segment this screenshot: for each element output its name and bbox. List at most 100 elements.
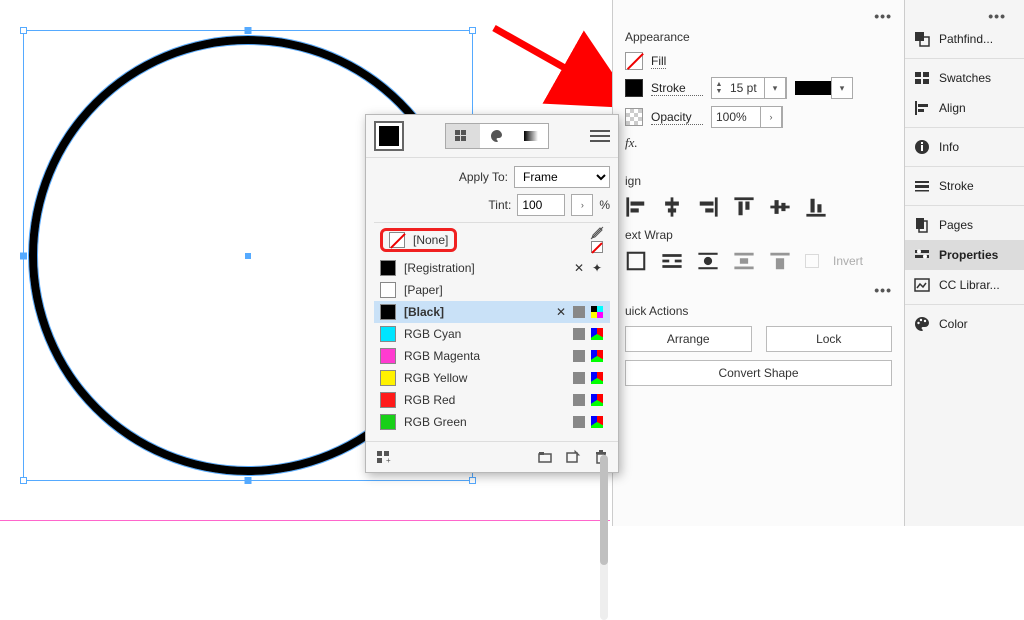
wrap-none-icon[interactable]	[625, 250, 647, 272]
swatch-row[interactable]: [Paper]	[374, 279, 610, 301]
sidebar-item-properties[interactable]: Properties	[905, 240, 1024, 270]
wrap-shape-icon[interactable]	[697, 250, 719, 272]
apply-to-select[interactable]: Frame	[514, 166, 610, 188]
sidebar-item-label: Pathfind...	[939, 32, 993, 46]
fx-button[interactable]: fx.	[625, 135, 638, 151]
tint-input[interactable]	[517, 194, 565, 216]
sidebar-item-label: Color	[939, 317, 968, 331]
swatch-name: [Paper]	[404, 283, 443, 297]
wrap-bounding-icon[interactable]	[661, 250, 683, 272]
stroke-preview-icon	[795, 81, 831, 95]
panel-menu-icon[interactable]: •••	[625, 282, 892, 298]
sidebar-item-swatches[interactable]: Swatches	[905, 63, 1024, 93]
sidebar-item-pathfinder[interactable]: Pathfind...	[905, 24, 1024, 54]
fill-swatch-none-icon[interactable]	[625, 52, 643, 70]
quick-actions-title: uick Actions	[625, 304, 892, 318]
swatch-scrollbar[interactable]	[600, 455, 608, 620]
apply-to-label: Apply To:	[459, 170, 508, 184]
new-group-icon[interactable]	[536, 448, 554, 466]
process-icon	[572, 371, 586, 385]
new-swatch-icon[interactable]	[564, 448, 582, 466]
rgb-icon	[590, 349, 604, 363]
wrap-column-icon[interactable]	[769, 250, 791, 272]
convert-shape-button[interactable]: Convert Shape	[625, 360, 892, 386]
libraries-icon	[913, 276, 931, 294]
resize-handle-t[interactable]	[245, 27, 252, 34]
align-right-icon[interactable]	[697, 196, 719, 218]
resize-handle-br[interactable]	[469, 477, 476, 484]
swatch-gradient-tab[interactable]	[514, 124, 548, 148]
swatch-name: RGB Green	[404, 415, 467, 429]
resize-handle-bl[interactable]	[20, 477, 27, 484]
swatch-list: [None] [Registration] ✕✦ [Paper] [Black]…	[374, 222, 610, 433]
chevron-down-icon[interactable]: ▾	[831, 77, 853, 99]
panel-menu-icon[interactable]: •••	[905, 8, 1024, 24]
process-icon	[572, 305, 586, 319]
stroke-weight-value[interactable]: 15 pt	[726, 81, 764, 95]
stroke-icon	[913, 177, 931, 195]
resize-handle-b[interactable]	[245, 477, 252, 484]
invert-checkbox[interactable]	[805, 254, 819, 268]
align-top-icon[interactable]	[733, 196, 755, 218]
swatch-row[interactable]: RGB Cyan	[374, 323, 610, 345]
sidebar-item-cclibraries[interactable]: CC Librar...	[905, 270, 1024, 300]
swatch-row-selected[interactable]: [Black] ✕	[374, 301, 610, 323]
swatch-options-icon[interactable]: +	[374, 448, 392, 466]
opacity-value[interactable]: 100%	[712, 110, 760, 124]
panel-menu-icon[interactable]: •••	[625, 8, 892, 24]
sidebar-item-label: Swatches	[939, 71, 991, 85]
swatch-name: RGB Red	[404, 393, 455, 407]
none-icon	[590, 240, 604, 254]
swatch-row-none-highlighted[interactable]: [None]	[380, 228, 457, 252]
stepper-arrows-icon[interactable]: ▲▼	[712, 81, 726, 95]
resize-handle-l[interactable]	[20, 252, 27, 259]
tint-expand-icon[interactable]: ›	[571, 194, 593, 216]
arrange-button[interactable]: Arrange	[625, 326, 752, 352]
resize-handle-tl[interactable]	[20, 27, 27, 34]
sidebar-item-color[interactable]: Color	[905, 309, 1024, 339]
swatch-grid-tab[interactable]	[446, 124, 480, 148]
fill-link[interactable]: Fill	[651, 54, 666, 69]
align-left-icon[interactable]	[625, 196, 647, 218]
lock-button[interactable]: Lock	[766, 326, 893, 352]
swatch-color-tab[interactable]	[480, 124, 514, 148]
sidebar-item-info[interactable]: Info	[905, 132, 1024, 162]
popup-menu-icon[interactable]	[590, 126, 610, 146]
textwrap-title: ext Wrap	[625, 228, 892, 242]
align-center-v-icon[interactable]	[769, 196, 791, 218]
stroke-swatch-icon[interactable]	[625, 79, 643, 97]
sidebar-item-pages[interactable]: Pages	[905, 210, 1024, 240]
tint-suffix: %	[599, 198, 610, 212]
scrollbar-thumb[interactable]	[600, 455, 608, 565]
chevron-down-icon[interactable]: ▾	[764, 77, 786, 99]
swatch-row[interactable]: RGB Yellow	[374, 367, 610, 389]
stroke-style-dropdown[interactable]: ▾	[795, 77, 853, 99]
sidebar-item-align[interactable]: Align	[905, 93, 1024, 123]
swatch-name: [None]	[413, 233, 448, 247]
swatch-row[interactable]: RGB Magenta	[374, 345, 610, 367]
process-icon	[572, 349, 586, 363]
opacity-link[interactable]: Opacity	[651, 110, 703, 125]
rgb-icon	[590, 415, 604, 429]
opacity-swatch-icon[interactable]	[625, 108, 643, 126]
noedit-icon: ✕	[572, 261, 586, 275]
rgb-icon	[590, 393, 604, 407]
invert-label: Invert	[833, 254, 863, 268]
wrap-jump-icon[interactable]	[733, 250, 755, 272]
sidebar-item-stroke[interactable]: Stroke	[905, 171, 1024, 201]
guide-line	[0, 520, 610, 521]
opacity-expand-icon[interactable]: ›	[760, 106, 782, 128]
process-icon	[572, 393, 586, 407]
opacity-input[interactable]: 100% ›	[711, 106, 783, 128]
stroke-weight-stepper[interactable]: ▲▼ 15 pt ▾	[711, 77, 787, 99]
swatch-row[interactable]: RGB Red	[374, 389, 610, 411]
fill-stroke-proxy-icon[interactable]	[374, 121, 404, 151]
align-center-h-icon[interactable]	[661, 196, 683, 218]
sidebar-item-label: Pages	[939, 218, 973, 232]
swatch-row[interactable]: [Registration] ✕✦	[374, 257, 610, 279]
swatch-row[interactable]: RGB Green	[374, 411, 610, 433]
stroke-link[interactable]: Stroke	[651, 81, 703, 96]
align-bottom-icon[interactable]	[805, 196, 827, 218]
sidebar-item-label: Stroke	[939, 179, 974, 193]
resize-handle-tr[interactable]	[469, 27, 476, 34]
